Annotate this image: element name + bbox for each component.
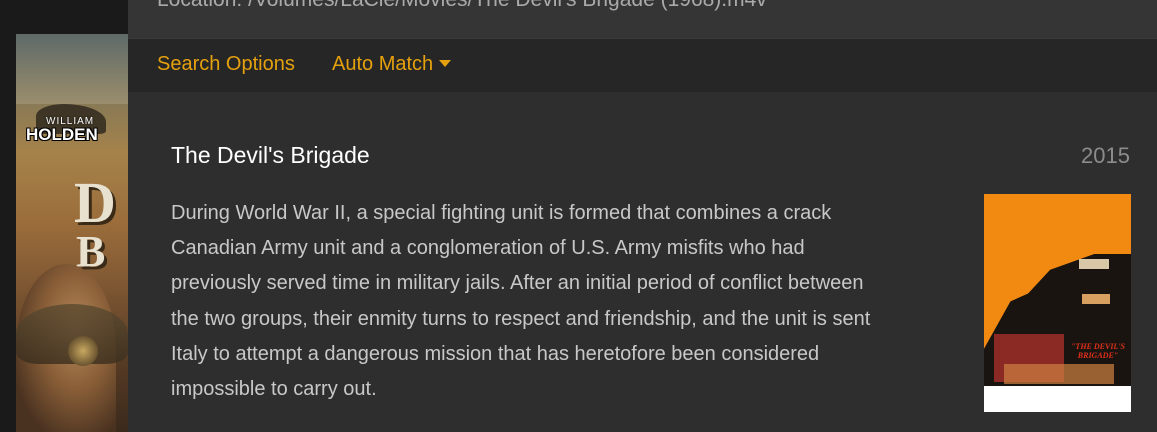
search-options-label: Search Options bbox=[157, 53, 295, 75]
match-toolbar: Search Options Auto Match bbox=[128, 38, 1157, 93]
poster-thumb-title: "THE DEVIL'S BRIGADE" bbox=[1070, 342, 1125, 360]
result-summary: During World War II, a special fighting … bbox=[171, 202, 871, 401]
poster-thumb-base bbox=[984, 386, 1131, 412]
match-result-item[interactable]: The Devil's Brigade 2015 During World Wa… bbox=[128, 92, 1157, 432]
poster-actor-last-name: HOLDEN bbox=[26, 125, 98, 144]
poster-title-letter-d: D bbox=[74, 170, 116, 235]
background-poster: WILLIAM HOLDEN D B bbox=[16, 34, 128, 432]
result-year: 2015 bbox=[1081, 143, 1130, 168]
poster-thumb-figure bbox=[1079, 259, 1109, 269]
poster-sky bbox=[16, 34, 128, 104]
file-location: Location: /Volumes/LaCie/Movies/The Devi… bbox=[157, 0, 767, 12]
search-options-button[interactable]: Search Options bbox=[157, 53, 295, 76]
stage: WILLIAM HOLDEN D B Location: /Volumes/La… bbox=[0, 0, 1157, 432]
poster-thumb-figure bbox=[1082, 294, 1110, 304]
auto-match-label: Auto Match bbox=[332, 53, 434, 75]
caret-down-icon bbox=[439, 60, 452, 67]
match-dialog: Location: /Volumes/LaCie/Movies/The Devi… bbox=[128, 0, 1157, 432]
auto-match-dropdown[interactable]: Auto Match bbox=[332, 53, 452, 76]
result-poster-thumbnail: "THE DEVIL'S BRIGADE" bbox=[984, 194, 1131, 412]
result-title: The Devil's Brigade bbox=[171, 142, 370, 168]
location-bar: Location: /Volumes/LaCie/Movies/The Devi… bbox=[128, 0, 1157, 38]
poster-thumb-figure bbox=[1004, 364, 1114, 384]
poster-badge bbox=[68, 336, 98, 366]
